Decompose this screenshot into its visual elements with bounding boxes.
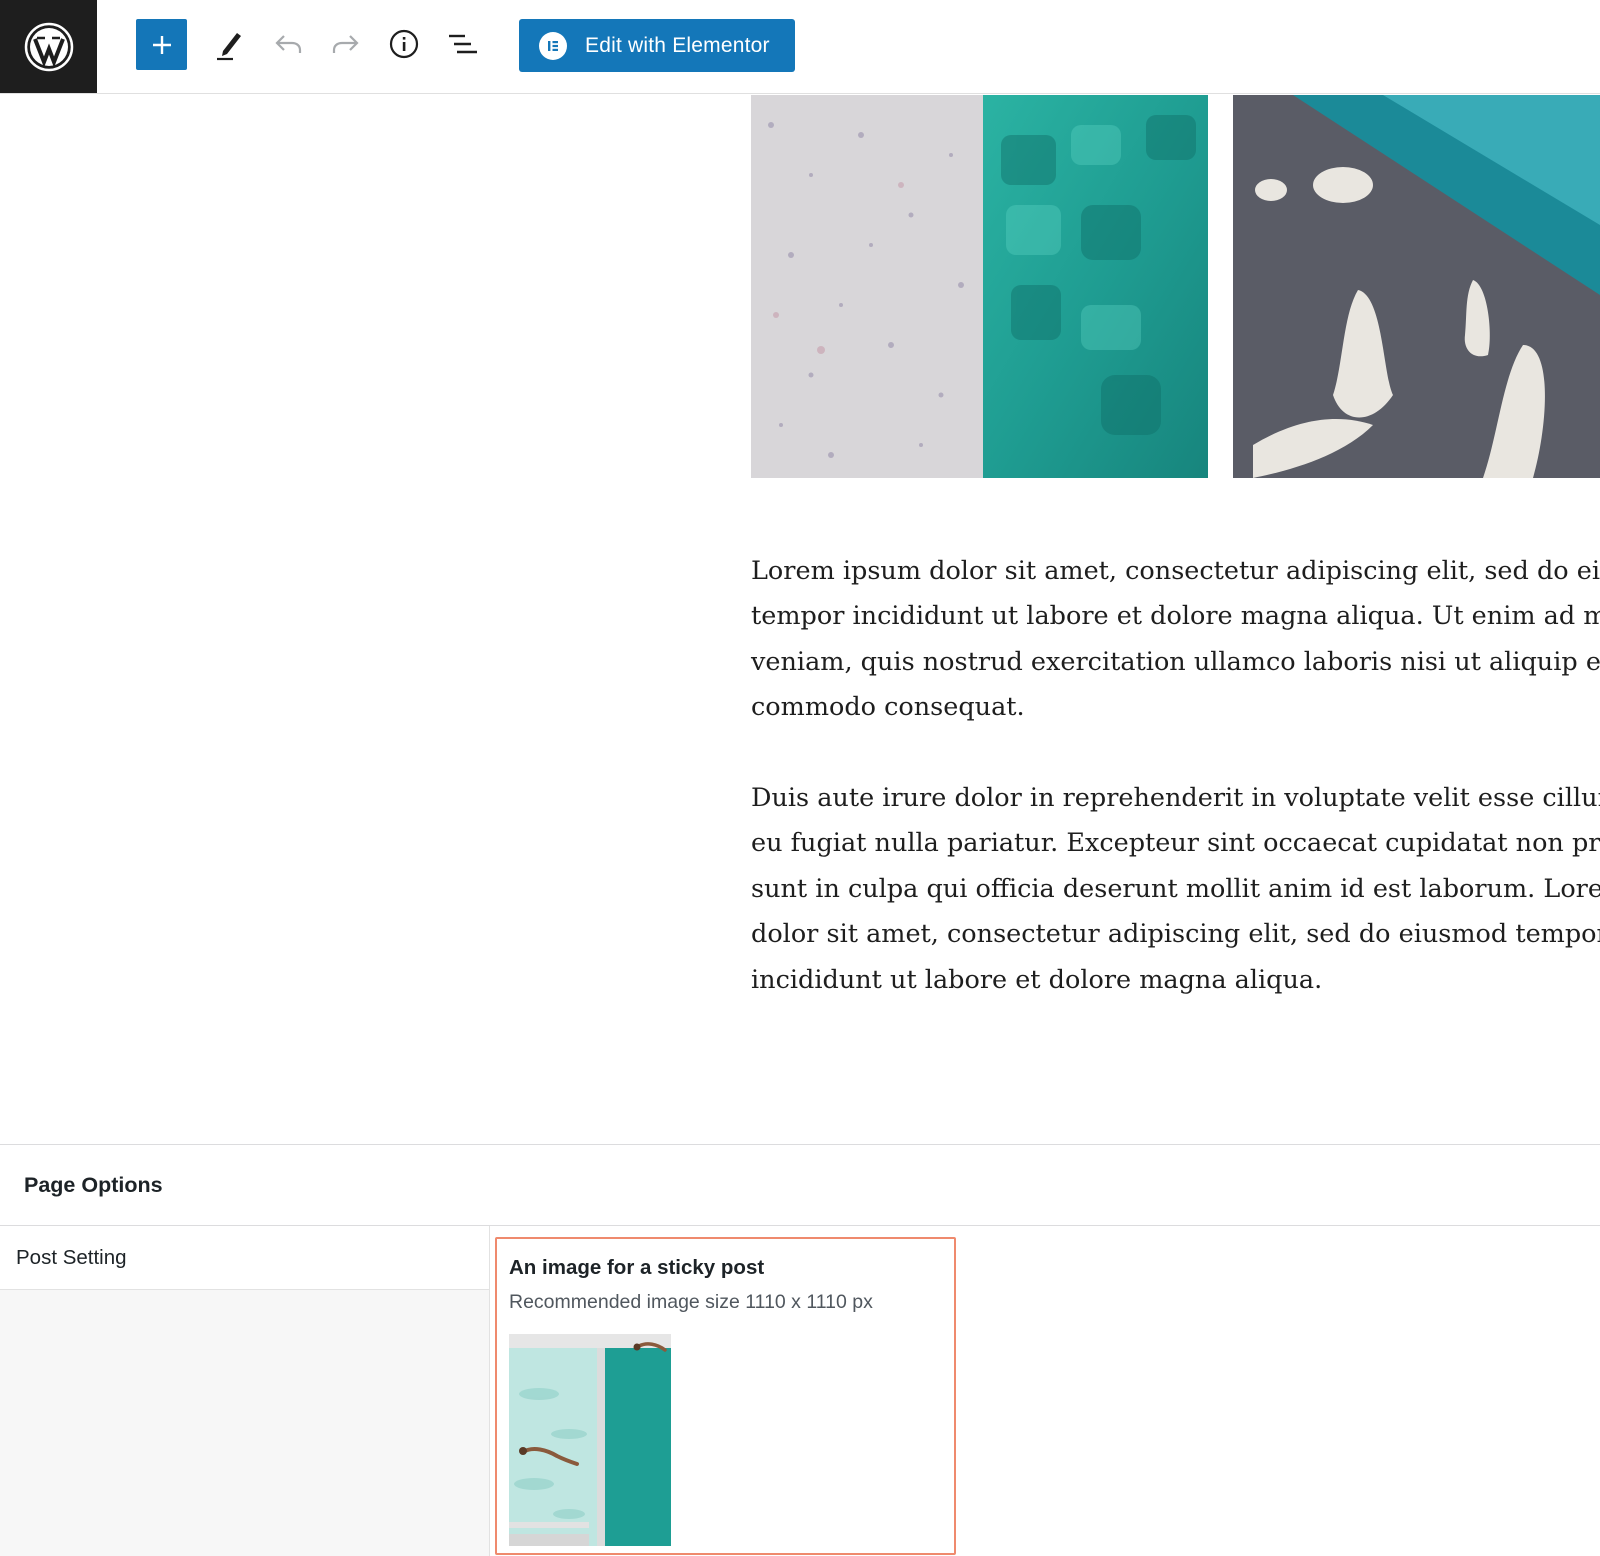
elementor-icon <box>539 31 567 60</box>
details-button[interactable] <box>382 22 426 66</box>
sticky-image-thumbnail[interactable] <box>509 1334 671 1546</box>
paragraph-line: sunt in culpa qui officia deserunt molli… <box>751 873 1600 904</box>
paragraph-line: veniam, quis nostrud exercitation ullamc… <box>751 646 1600 677</box>
edit-with-elementor-label: Edit with Elementor <box>585 33 770 57</box>
list-view-icon <box>449 34 477 54</box>
page-options-sidebar: Post Setting <box>0 1226 490 1556</box>
sticky-image-field-description: Recommended image size 1110 x 1110 px <box>509 1291 873 1313</box>
add-block-button[interactable] <box>136 19 187 70</box>
paragraph-line: incididunt ut labore et dolore magna ali… <box>751 964 1323 995</box>
paragraph-line: commodo consequat. <box>751 692 1025 723</box>
gallery-image-terrazzo-pool[interactable] <box>751 95 1208 478</box>
paragraph-line: Lorem ipsum dolor sit amet, consectetur … <box>751 556 1600 586</box>
page-options-panel: Page Options Post Setting An image for a… <box>0 1144 1600 1556</box>
undo-icon <box>275 35 302 53</box>
sticky-image-field: An image for a sticky post Recommended i… <box>495 1237 956 1555</box>
paragraph-line: eu fugiat nulla pariatur. Excepteur sint… <box>751 828 1600 859</box>
sticky-image-field-title: An image for a sticky post <box>509 1256 765 1279</box>
paragraph-block[interactable]: Lorem ipsum dolor sit amet, consectetur … <box>751 549 1600 731</box>
editor-toolbar: Edit with Elementor <box>0 0 1600 94</box>
paragraph-line: Duis aute irure dolor in reprehenderit i… <box>751 783 1600 813</box>
tools-button[interactable] <box>207 22 251 66</box>
page-options-header[interactable]: Page Options <box>0 1145 1600 1226</box>
wordpress-icon <box>24 22 73 71</box>
info-icon <box>389 29 419 59</box>
gallery-image-pool-shadow[interactable] <box>1233 95 1600 478</box>
tab-post-setting[interactable]: Post Setting <box>0 1226 489 1290</box>
pencil-icon <box>217 33 241 61</box>
wordpress-logo-button[interactable] <box>0 0 97 93</box>
undo-button[interactable] <box>266 22 310 66</box>
paragraph-block[interactable]: Duis aute irure dolor in reprehenderit i… <box>751 776 1600 1003</box>
plus-icon <box>152 35 171 54</box>
list-view-button[interactable] <box>440 22 484 66</box>
paragraph-line: dolor sit amet, consectetur adipiscing e… <box>751 919 1600 950</box>
page-options-title: Page Options <box>24 1172 163 1197</box>
paragraph-line: tempor incididunt ut labore et dolore ma… <box>751 601 1600 632</box>
edit-with-elementor-button[interactable]: Edit with Elementor <box>519 19 795 72</box>
redo-button[interactable] <box>324 22 368 66</box>
redo-icon <box>332 35 359 53</box>
